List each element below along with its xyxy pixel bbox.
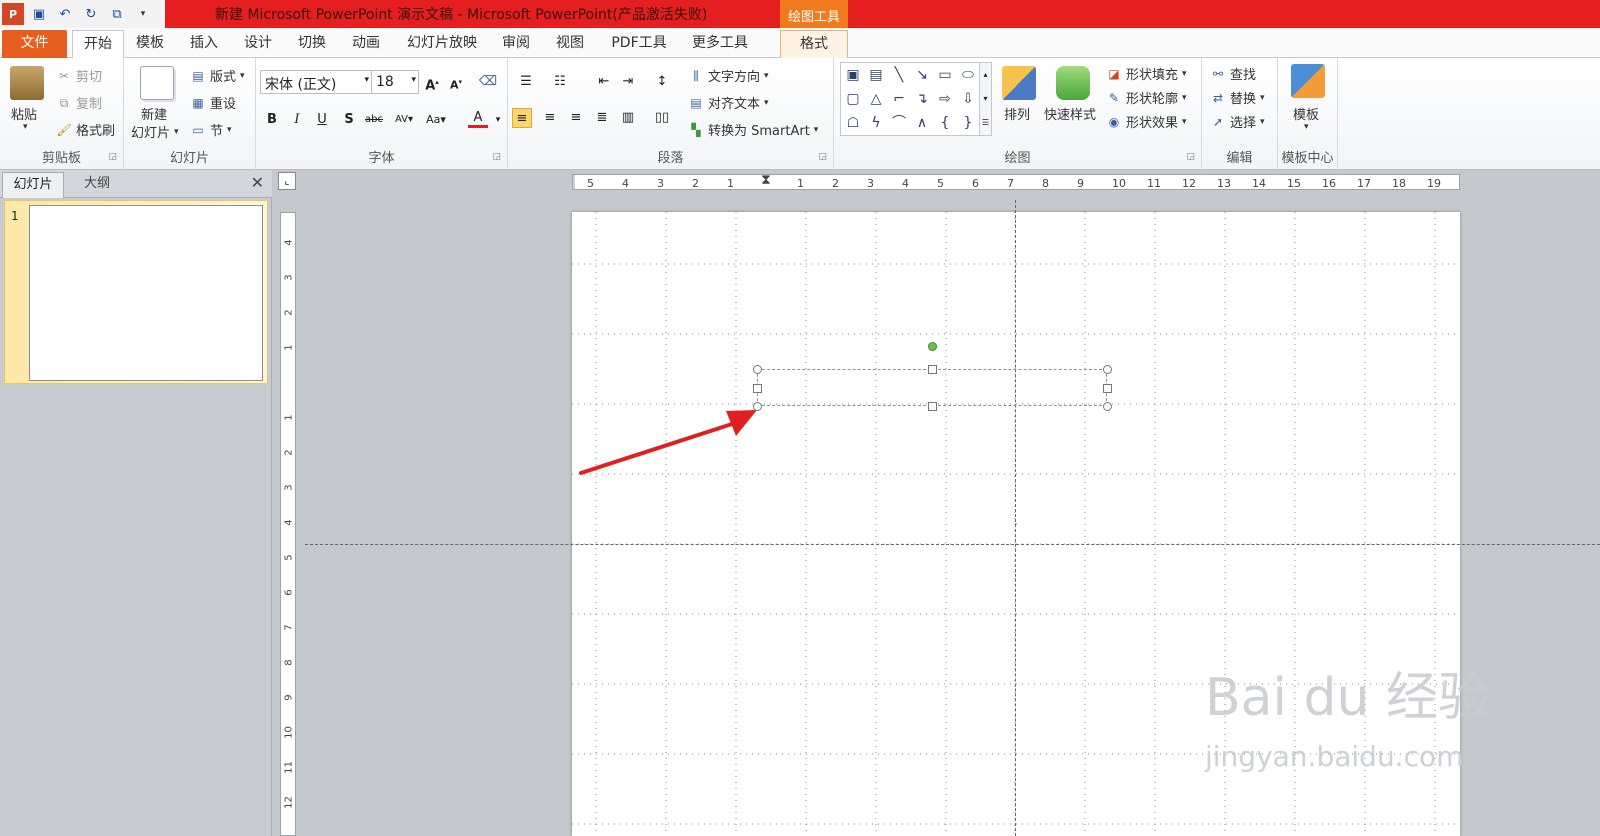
resize-handle[interactable] — [928, 402, 937, 411]
resize-handle[interactable] — [1103, 383, 1112, 393]
resize-handle[interactable] — [753, 402, 762, 411]
resize-handle[interactable] — [1103, 365, 1112, 374]
watermark-logo: Bai du 经验 — [1205, 668, 1491, 728]
resize-handle[interactable] — [1103, 402, 1112, 411]
arrow-shaft — [579, 422, 734, 475]
resize-handle[interactable] — [928, 365, 937, 374]
watermark-url: jingyan.baidu.com — [1205, 740, 1464, 773]
resize-handle[interactable] — [753, 365, 762, 374]
resize-handle[interactable] — [753, 383, 762, 393]
